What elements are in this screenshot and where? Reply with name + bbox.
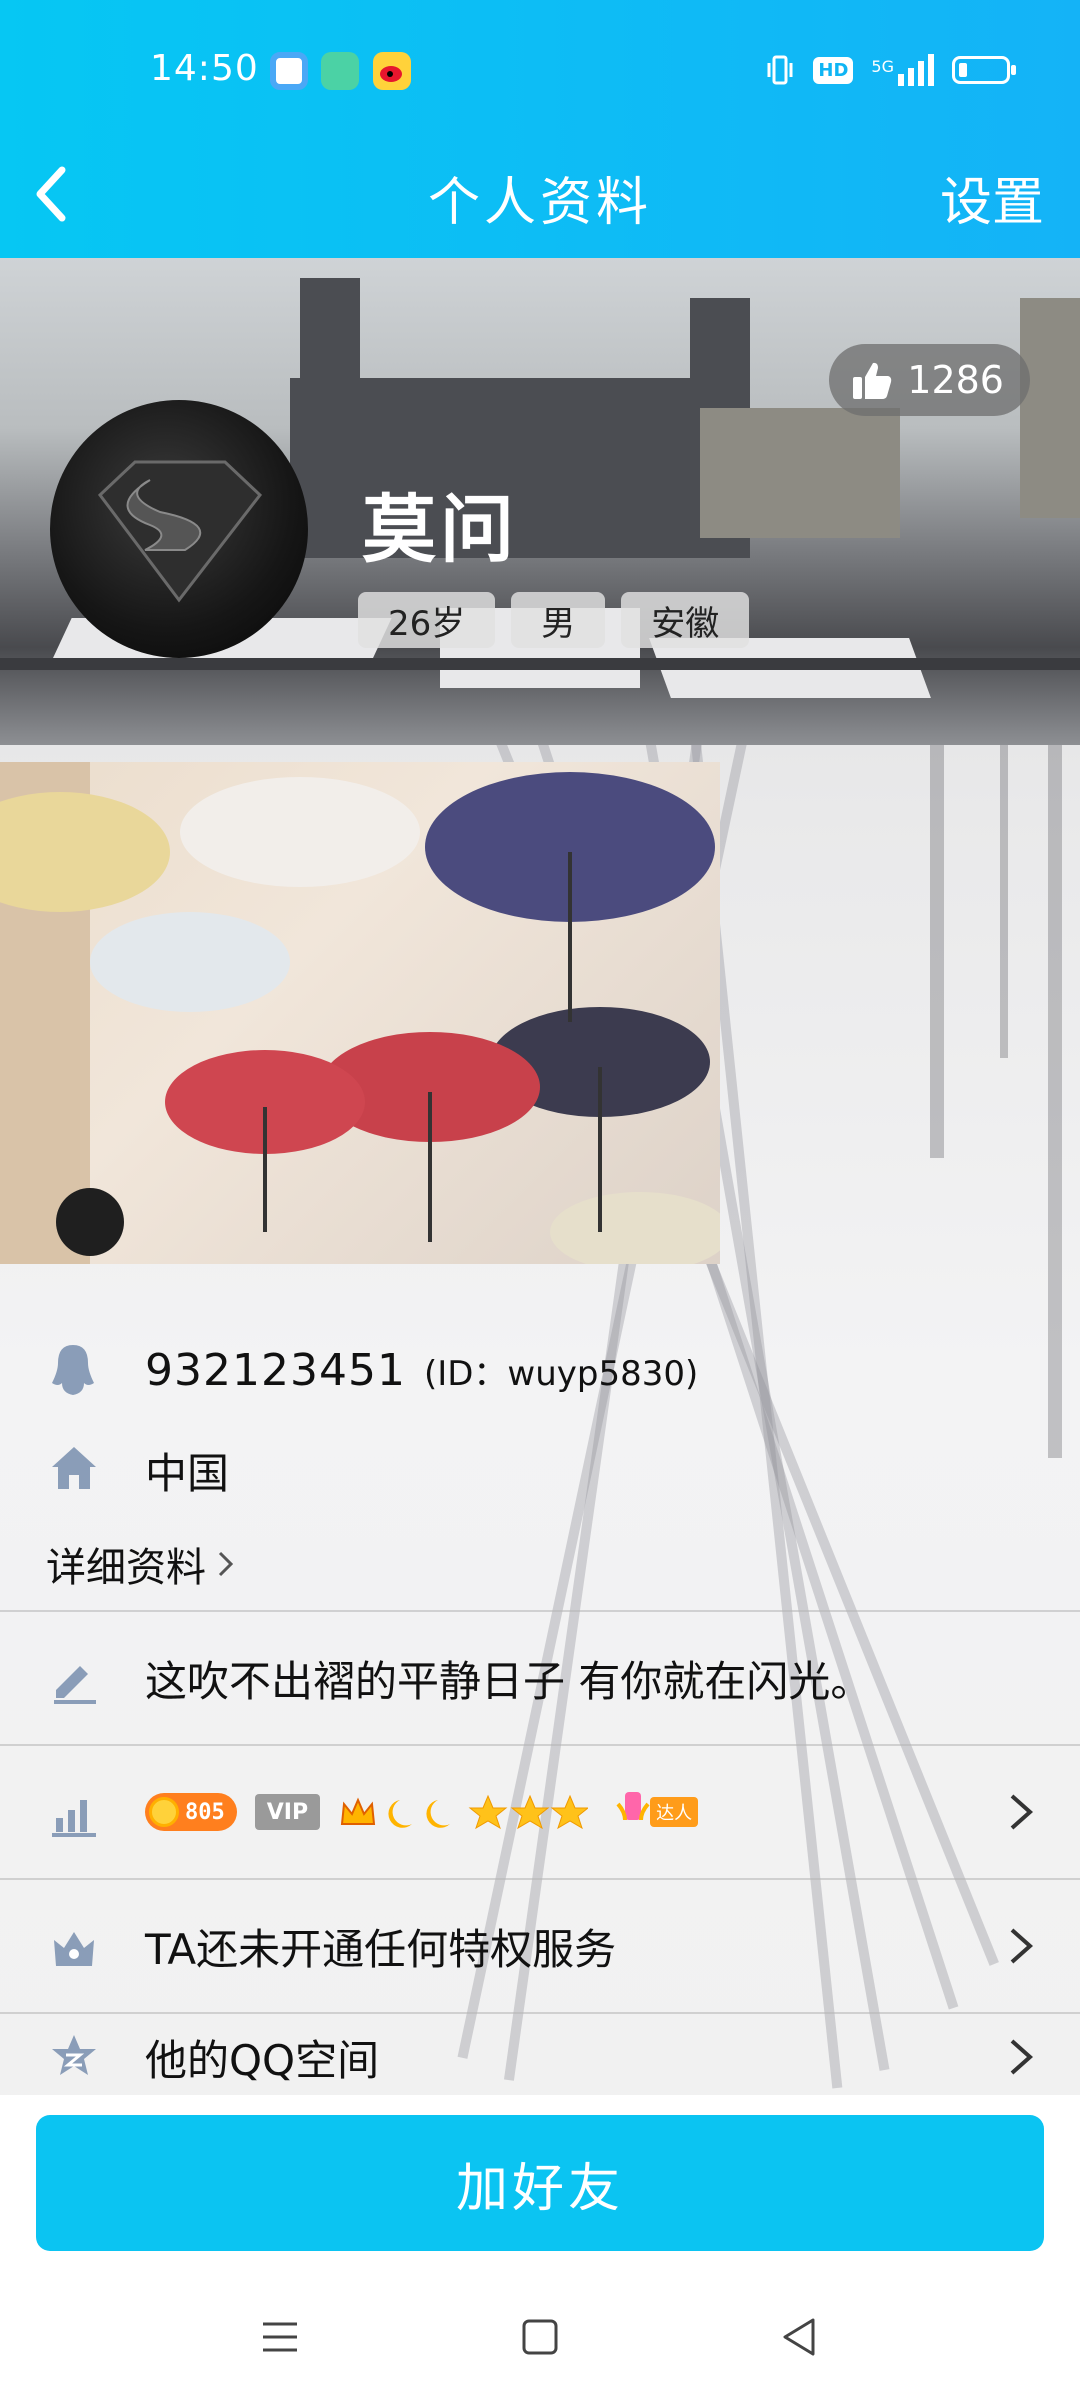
like-button[interactable]: 1286 [829,344,1030,416]
signal-icon: 5G [871,54,934,86]
location-tag: 安徽 [621,592,750,648]
status-time: 14:50 [150,48,259,89]
like-count: 1286 [907,358,1004,402]
signature-row[interactable]: 这吹不出褶的平静日子 有你就在闪光。 [0,1610,1080,1744]
privilege-text: TA还未开通任何特权服务 [145,1924,617,1974]
qq-id: (ID：wuyp5830) [423,1353,699,1394]
menu-icon[interactable] [255,2312,305,2362]
detail-info-label: 详细资料 [46,1545,206,1591]
app-store-icon [321,52,359,90]
thumbs-up-icon [853,362,892,399]
edit-pen-icon [54,1666,96,1704]
detail-info-link[interactable]: 详细资料 [46,1535,234,1593]
weibo-icon [373,52,411,90]
crown-icon [54,1932,94,1966]
avatar[interactable] [50,400,308,658]
status-bar: 14:50 HD 5G [0,0,1080,140]
qzone-row[interactable]: 他的QQ空间 [0,2012,1080,2100]
battery-icon [952,56,1016,84]
chevron-right-icon [1010,1794,1034,1830]
penguin-icon [52,1345,94,1395]
add-friend-button[interactable]: 加好友 [36,2115,1044,2251]
level-row[interactable]: 805 VIP 达人 [0,1744,1080,1878]
privilege-row[interactable]: TA还未开通任何特权服务 [0,1878,1080,2012]
settings-button[interactable]: 设置 [940,160,1044,235]
vip-badge: VIP [254,1794,321,1830]
chevron-right-icon [218,1551,234,1577]
status-indicators: HD 5G [765,50,1016,90]
qzone-star-icon [52,2035,96,2075]
chevron-right-icon [1010,2039,1034,2075]
expert-badge: 达人 [616,1792,699,1832]
nickname: 莫问 [362,487,518,573]
country-row: 中国 [0,1435,1080,1505]
coin-level-badge: 805 [145,1793,237,1831]
age-tag: 26岁 [358,592,496,648]
hd-icon: HD [813,56,854,84]
coin-icon [149,1797,179,1827]
qq-number: 932123451 [145,1344,406,1396]
qq-number-row[interactable]: 932123451 (ID：wuyp5830) [0,1335,1080,1405]
title-bar: 个人资料 设置 [0,140,1080,258]
country: 中国 [145,1448,230,1498]
gender-tag: 男 [511,592,606,648]
qq-browser-icon [270,52,308,90]
system-nav-bar [0,2268,1080,2400]
level-icons [340,1794,589,1830]
level-badges: 805 VIP 达人 [145,1792,699,1832]
superman-logo-icon [97,460,263,603]
photo-wall-image[interactable] [0,762,720,1264]
back-triangle-icon[interactable] [775,2312,825,2362]
expert-icon [616,1792,650,1821]
level-chart-icon [52,1800,96,1837]
home-square-icon[interactable] [515,2312,565,2362]
profile-tags: 26岁 男 安徽 [358,592,750,648]
page-title: 个人资料 [427,173,652,233]
signature-text: 这吹不出褶的平静日子 有你就在闪光。 [145,1656,873,1706]
vibrate-icon [767,55,793,85]
chevron-right-icon [1010,1928,1034,1964]
top-bar: 14:50 HD 5G 个人资料 设置 [0,0,1080,258]
home-icon [52,1447,96,1489]
qzone-text: 他的QQ空间 [145,2035,380,2085]
